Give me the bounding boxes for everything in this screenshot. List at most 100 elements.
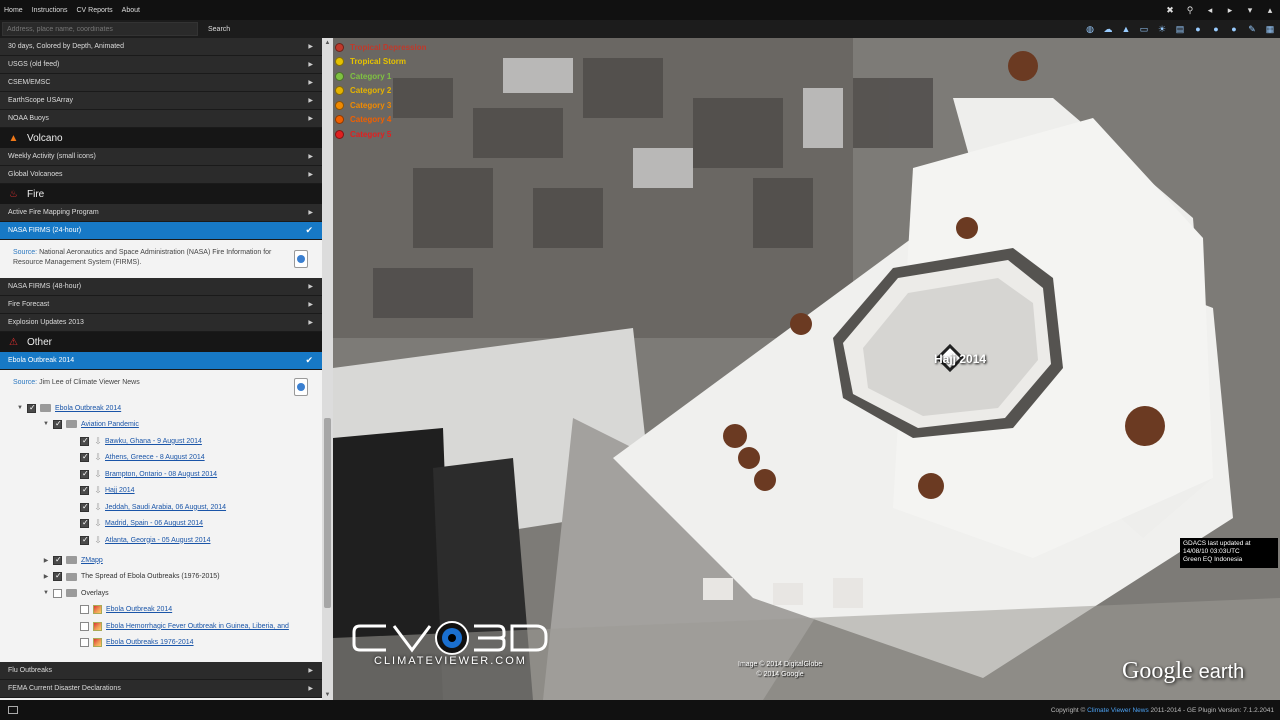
layer-row[interactable]: EarthScope USArray ▶ — [0, 92, 322, 110]
legend-item: Category 3 — [335, 98, 426, 113]
scroll-down-icon[interactable]: ▼ — [322, 690, 333, 700]
layer-row[interactable]: USGS (old feed) ▶ — [0, 56, 322, 74]
checkbox[interactable] — [80, 502, 89, 512]
chevron-right-icon: ▶ — [308, 302, 313, 308]
tree-link[interactable]: Madrid, Spain - 06 August 2014 — [105, 520, 203, 527]
scroll-thumb[interactable] — [324, 418, 331, 608]
checkbox[interactable] — [80, 436, 89, 446]
collapse-triangle-icon[interactable]: ▶ — [42, 557, 50, 564]
checkbox[interactable] — [53, 588, 62, 598]
folder-icon — [66, 572, 77, 581]
layer-row-selected[interactable]: Ebola Outbreak 2014 ✔ — [0, 352, 322, 370]
checkbox[interactable] — [80, 518, 89, 528]
copyright-link[interactable]: Climate Viewer News — [1087, 707, 1149, 714]
checkbox[interactable] — [80, 605, 89, 614]
weather-icon[interactable]: ☁ — [1100, 21, 1116, 37]
layer-row[interactable]: Weekly Activity (small icons) ▶ — [0, 148, 322, 166]
sidebar-scrollbar[interactable]: ▲ ▼ — [322, 38, 333, 700]
globe-view[interactable]: Tropical Depression Tropical Storm Categor… — [333, 38, 1280, 700]
scroll-up-icon[interactable]: ▲ — [322, 38, 333, 48]
checkbox[interactable] — [80, 621, 89, 631]
layer-row[interactable]: CSEM/EMSC ▶ — [0, 74, 322, 92]
search-button[interactable]: Search — [208, 26, 230, 33]
tree-link[interactable]: Atlanta, Georgia - 05 August 2014 — [105, 537, 210, 544]
tree-link[interactable]: Ebola Hemorrhagic Fever Outbreak in Guin… — [106, 623, 289, 630]
legend-dot-icon — [335, 100, 344, 110]
checkbox[interactable] — [80, 469, 89, 479]
layers-icon[interactable]: ▤ — [1172, 21, 1188, 37]
nav-about[interactable]: About — [122, 7, 140, 14]
tree-link[interactable]: Ebola Outbreak 2014 — [106, 606, 172, 613]
tree-node-zmapp: ▶ ZMapp — [42, 553, 103, 567]
checkbox[interactable] — [53, 571, 62, 581]
layer-row[interactable]: NOAA Buoys ▶ — [0, 110, 322, 128]
layer-row[interactable]: NASA FIRMS (48-hour) ▶ — [0, 278, 322, 296]
expand-triangle-icon[interactable]: ▼ — [42, 421, 50, 427]
nav-instructions[interactable]: Instructions — [32, 7, 68, 14]
layer-row[interactable]: FEMA Current Disaster Declarations ▶ — [0, 680, 322, 698]
folder-icon — [66, 420, 77, 428]
close-icon[interactable]: ✖ — [1160, 0, 1180, 20]
tree-link[interactable]: Hajj 2014 — [105, 487, 135, 494]
layer-row[interactable]: Fire Forecast ▶ — [0, 296, 322, 314]
tree-link[interactable]: Brampton, Ontario - 08 August 2014 — [105, 471, 217, 478]
checkbox[interactable] — [80, 638, 89, 647]
globe-icon[interactable]: ◍ — [1082, 21, 1098, 37]
checkbox[interactable] — [80, 485, 89, 495]
nav-home[interactable]: Home — [4, 7, 23, 14]
layer-row-selected[interactable]: NASA FIRMS (24-hour) ✔ — [0, 222, 322, 240]
legend-dot-icon — [335, 86, 344, 96]
nav-cv-reports[interactable]: CV Reports — [76, 7, 112, 14]
volcano-icon: ▲ — [8, 132, 19, 144]
tree-link[interactable]: Ebola Outbreaks 1976-2014 — [106, 639, 194, 646]
checkbox[interactable] — [80, 452, 89, 462]
chevron-right-icon: ▶ — [308, 320, 313, 326]
checkbox[interactable] — [53, 419, 62, 429]
layer-row[interactable]: Global Volcanoes ▶ — [0, 166, 322, 184]
expand-triangle-icon[interactable]: ▼ — [16, 405, 24, 411]
google-earth-file-icon[interactable] — [294, 250, 308, 268]
arrow-left-icon[interactable]: ◂ — [1200, 0, 1220, 20]
checkbox[interactable] — [27, 403, 36, 413]
circle-icon-2[interactable]: ● — [1208, 21, 1224, 37]
ge-layer-icons: ◍ ☁ ▲ ▭ ☀ ▤ ● ● ● ✎ ▦ — [1080, 21, 1278, 37]
imagery-credit: Image © 2014 DigitalGlobe © 2014 Google — [738, 660, 822, 680]
tree-label[interactable]: The Spread of Ebola Outbreaks (1976-2015… — [81, 573, 220, 580]
google-earth-file-icon[interactable] — [294, 378, 308, 396]
screen-icon[interactable] — [8, 706, 18, 714]
tree-link[interactable]: Ebola Outbreak 2014 — [55, 405, 121, 412]
legend-item: Tropical Storm — [335, 55, 426, 70]
layer-row[interactable]: Explosion Updates 2013 ▶ — [0, 314, 322, 332]
layer-row[interactable]: Flu Outbreaks ▶ — [0, 662, 322, 680]
layer-label: Weekly Activity (small icons) — [8, 153, 96, 160]
circle-icon-3[interactable]: ● — [1226, 21, 1242, 37]
tree-link[interactable]: Athens, Greece - 8 August 2014 — [105, 454, 205, 461]
collapse-triangle-icon[interactable]: ▶ — [42, 573, 50, 580]
ruler-icon[interactable]: ▭ — [1136, 21, 1152, 37]
search-icon[interactable]: ⚲ — [1180, 0, 1200, 20]
layer-row[interactable]: 30 days, Colored by Depth, Animated ▶ — [0, 38, 322, 56]
tool-icon[interactable]: ✎ — [1244, 21, 1260, 37]
tree-link[interactable]: Jeddah, Saudi Arabia, 06 August, 2014 — [105, 504, 226, 511]
tree-item-overlay: Ebola Outbreaks 1976-2014 — [80, 636, 194, 650]
tree-link[interactable]: Bawku, Ghana - 9 August 2014 — [105, 438, 202, 445]
tree-link[interactable]: Aviation Pandemic — [81, 421, 139, 428]
placemark-label[interactable]: Hajj 2014 — [934, 352, 986, 366]
expand-triangle-icon[interactable]: ▼ — [42, 590, 50, 596]
sun-icon[interactable]: ☀ — [1154, 21, 1170, 37]
checkbox[interactable] — [80, 535, 89, 545]
circle-icon[interactable]: ● — [1190, 21, 1206, 37]
grid-icon[interactable]: ▦ — [1262, 21, 1278, 37]
search-input[interactable] — [2, 22, 198, 36]
checkbox[interactable] — [53, 555, 62, 565]
volcano-icon[interactable]: ▲ — [1118, 21, 1134, 37]
chevron-right-icon: ▶ — [308, 284, 313, 290]
layer-row[interactable]: Active Fire Mapping Program ▶ — [0, 204, 322, 222]
arrow-down-icon[interactable]: ▾ — [1240, 0, 1260, 20]
arrow-up-icon[interactable]: ▴ — [1260, 0, 1280, 20]
layer-label: Flu Outbreaks — [8, 667, 52, 674]
arrow-right-icon[interactable]: ▸ — [1220, 0, 1240, 20]
tree-link[interactable]: ZMapp — [81, 557, 103, 564]
tree-label[interactable]: Overlays — [81, 590, 109, 597]
placemark-arrow-icon: ⇩ — [94, 435, 102, 446]
